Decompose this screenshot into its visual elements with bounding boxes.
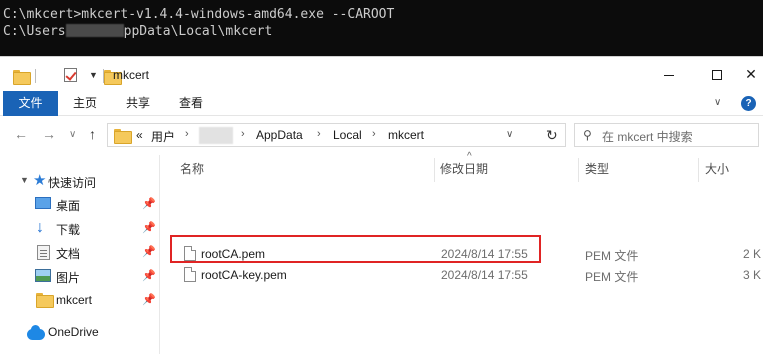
desktop-icon	[35, 197, 51, 209]
column-header-modified[interactable]: 修改日期	[440, 160, 488, 182]
close-icon: ✕	[745, 66, 757, 82]
highlight-box	[170, 235, 541, 263]
pin-icon: 📌	[142, 246, 156, 258]
file-type: PEM 文件	[585, 270, 639, 284]
pin-icon: 📌	[142, 294, 156, 306]
chevron-right-icon[interactable]: ›	[372, 128, 376, 140]
maximize-icon	[712, 70, 722, 81]
file-size: 3 K	[743, 268, 762, 282]
star-icon: ★	[33, 172, 47, 189]
chevron-right-icon[interactable]: ›	[317, 128, 321, 140]
console-line-1: C:\mkcert>mkcert-v1.4.4-windows-amd64.ex…	[3, 7, 395, 22]
breadcrumb-mkcert[interactable]: mkcert	[388, 128, 424, 142]
file-name: rootCA-key.pem	[201, 268, 287, 282]
sidebar-item-desktop[interactable]: 桌面 📌	[0, 194, 160, 216]
sidebar-item-label: OneDrive	[48, 325, 99, 339]
column-divider[interactable]	[578, 158, 579, 182]
breadcrumb-appdata[interactable]: AppData	[256, 128, 303, 142]
properties-icon[interactable]	[64, 68, 78, 82]
download-icon: ↓	[36, 219, 44, 236]
chevron-right-icon[interactable]: ›	[185, 128, 189, 140]
chevron-right-icon[interactable]: ›	[241, 128, 245, 140]
sidebar-item-label: 桌面	[56, 199, 81, 213]
redacted-username	[65, 24, 124, 37]
ribbon-tabs: 文件 主页 共享 查看 ∨ ?	[0, 91, 763, 116]
search-icon: ⚲	[583, 128, 592, 142]
file-list: ^ 名称 修改日期 类型 大小 rootCA.pem 2024/8/14 17:…	[168, 151, 763, 354]
close-button[interactable]: ✕	[741, 65, 761, 83]
sidebar-item-label: 下载	[56, 223, 81, 237]
customize-quick-access-icon[interactable]: ▼	[89, 70, 98, 80]
up-arrow-icon[interactable]: ↑	[89, 126, 96, 142]
column-divider[interactable]	[434, 158, 435, 182]
tab-share[interactable]: 共享	[121, 91, 155, 116]
sidebar-item-mkcert[interactable]: mkcert 📌	[0, 290, 160, 312]
tab-home[interactable]: 主页	[68, 91, 102, 116]
navigation-bar: ← → ∨ ↑ « 用户 › › AppData › Local › mkcer…	[0, 117, 763, 151]
folder-icon	[13, 70, 31, 85]
column-divider[interactable]	[698, 158, 699, 182]
file-type: PEM 文件	[585, 249, 639, 263]
tab-file[interactable]: 文件	[3, 91, 58, 116]
minimize-button[interactable]	[659, 65, 679, 83]
folder-icon	[114, 129, 132, 144]
sidebar-item-documents[interactable]: 文档 📌	[0, 242, 160, 264]
breadcrumb-local[interactable]: Local	[333, 128, 362, 142]
redacted-username	[199, 127, 233, 144]
forward-arrow-icon[interactable]: →	[42, 126, 56, 142]
file-explorer-window: ▼ mkcert ✕ 文件 主页 共享 查看 ∨ ? ← → ∨ ↑ « 用户 …	[0, 56, 763, 354]
folder-icon	[36, 293, 54, 308]
column-header-name[interactable]: 名称	[180, 160, 204, 182]
sidebar-item-quick-access[interactable]: ▼ ★ 快速访问	[0, 171, 160, 193]
sidebar-item-label: 快速访问	[48, 176, 97, 190]
expand-arrow-icon[interactable]: ▼	[20, 175, 29, 185]
tab-view[interactable]: 查看	[174, 91, 208, 116]
command-prompt-output: C:\mkcert>mkcert-v1.4.4-windows-amd64.ex…	[0, 0, 763, 56]
divider	[103, 69, 104, 83]
onedrive-cloud-icon	[27, 325, 45, 340]
console-line-2-suffix: ppData\Local\mkcert	[123, 24, 273, 39]
sidebar-item-label: mkcert	[56, 293, 92, 307]
file-icon	[184, 267, 196, 282]
sidebar-item-pictures[interactable]: 图片 📌	[0, 266, 160, 288]
search-box[interactable]: ⚲ 在 mkcert 中搜索	[574, 123, 759, 147]
picture-icon	[35, 269, 51, 282]
sidebar-item-label: 文档	[56, 247, 81, 261]
search-placeholder: 在 mkcert 中搜索	[602, 130, 693, 144]
column-header-size[interactable]: 大小	[705, 160, 729, 182]
minimize-icon	[664, 74, 674, 76]
console-line-2-prefix: C:\Users	[3, 24, 66, 39]
title-bar: ▼ mkcert ✕	[0, 57, 763, 91]
window-title: mkcert	[113, 68, 149, 82]
navigation-pane: ▼ ★ 快速访问 桌面 📌 ↓ 下载 📌 文档 📌 图片 📌 mkcert 📌	[0, 155, 160, 354]
console-line-2: C:\Users ppData\Local\mkcert	[3, 23, 763, 40]
sidebar-item-downloads[interactable]: ↓ 下载 📌	[0, 218, 160, 240]
address-bar[interactable]: « 用户 › › AppData › Local › mkcert ∨ ↻	[107, 123, 566, 147]
back-arrow-icon[interactable]: ←	[14, 126, 28, 142]
maximize-button[interactable]	[707, 65, 727, 83]
chevron-down-icon[interactable]: ∨	[714, 97, 721, 108]
recent-locations-icon[interactable]: ∨	[69, 129, 76, 140]
file-size: 2 K	[743, 247, 762, 261]
pin-icon: 📌	[142, 222, 156, 234]
pin-icon: 📌	[142, 270, 156, 282]
table-row[interactable]: rootCA-key.pem 2024/8/14 17:55 PEM 文件 3 …	[168, 265, 763, 287]
file-modified: 2024/8/14 17:55	[441, 268, 528, 282]
sidebar-item-onedrive[interactable]: OneDrive	[0, 322, 160, 344]
help-icon[interactable]: ?	[741, 96, 756, 111]
sidebar-item-label: 图片	[56, 271, 81, 285]
pin-icon: 📌	[142, 198, 156, 210]
document-icon	[37, 245, 50, 260]
breadcrumb-overflow[interactable]: «	[136, 128, 143, 142]
column-header-type[interactable]: 类型	[585, 160, 609, 182]
breadcrumb-users[interactable]: 用户	[151, 128, 175, 145]
refresh-icon[interactable]: ↻	[546, 127, 558, 144]
address-history-dropdown-icon[interactable]: ∨	[506, 129, 513, 140]
divider	[35, 69, 36, 83]
